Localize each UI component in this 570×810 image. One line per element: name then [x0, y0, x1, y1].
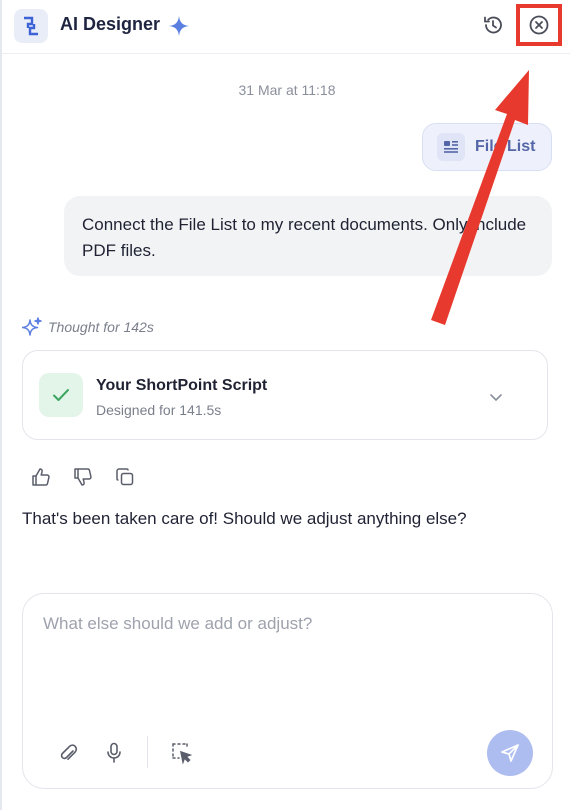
thumbs-down-icon[interactable] — [72, 466, 94, 488]
shortpoint-logo-icon — [14, 9, 48, 43]
attachment-chip[interactable]: File List — [422, 123, 552, 171]
script-card[interactable]: Your ShortPoint Script Designed for 141.… — [22, 350, 548, 440]
assistant-reply: That's been taken care of! Should we adj… — [22, 509, 467, 528]
close-circle-icon — [529, 15, 549, 35]
sparkles-icon — [22, 317, 42, 336]
attachment-chip-label: File List — [475, 138, 536, 155]
script-card-title: Your ShortPoint Script — [96, 377, 268, 394]
thumbs-up-icon[interactable] — [30, 466, 52, 488]
copy-icon[interactable] — [114, 466, 136, 488]
chevron-down-icon[interactable] — [489, 389, 503, 407]
script-card-subtitle: Designed for 141.5s — [96, 402, 222, 418]
sparkle-icon — [168, 15, 190, 42]
message-composer — [22, 593, 553, 789]
send-icon — [501, 744, 519, 762]
thought-indicator[interactable]: Thought for 142s — [22, 317, 154, 337]
file-list-icon — [437, 133, 465, 161]
history-icon[interactable] — [482, 14, 504, 41]
check-icon — [39, 373, 83, 417]
message-timestamp: 31 Mar at 11:18 — [238, 82, 336, 98]
header: AI Designer — [2, 0, 570, 54]
thought-label: Thought for 142s — [48, 319, 154, 335]
panel-title: AI Designer — [60, 14, 161, 34]
close-button[interactable] — [516, 4, 562, 46]
paperclip-icon[interactable] — [55, 740, 81, 766]
toolbar-divider — [147, 736, 148, 768]
select-element-icon[interactable] — [169, 740, 195, 766]
user-message: Connect the File List to my recent docum… — [64, 196, 552, 276]
send-button[interactable] — [487, 730, 533, 776]
feedback-actions — [30, 466, 136, 488]
message-input[interactable] — [43, 614, 533, 704]
microphone-icon[interactable] — [101, 740, 127, 766]
